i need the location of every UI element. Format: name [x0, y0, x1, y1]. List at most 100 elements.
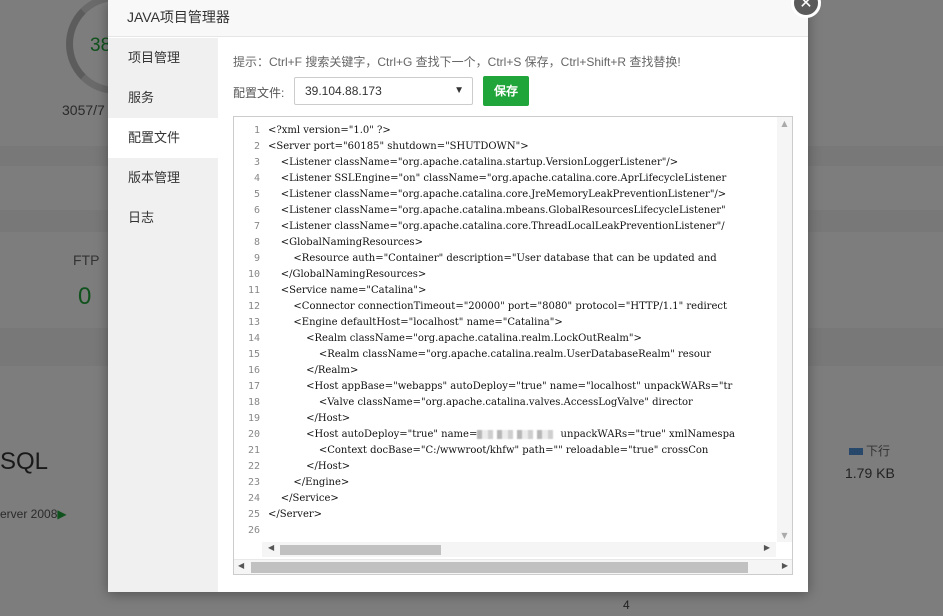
line-number: 18: [247, 397, 260, 408]
line-number: 13: [247, 317, 260, 328]
line-number: 15: [247, 349, 260, 360]
code-line-text: <Listener className="org.apache.catalina…: [268, 205, 726, 216]
config-file-label: 配置文件:: [233, 86, 285, 100]
code-line: <Server port="60185" shutdown="SHUTDOWN"…: [268, 139, 775, 155]
code-line-text: <Listener className="org.apache.catalina…: [268, 221, 725, 232]
line-number: 21: [247, 445, 260, 456]
outer-horizontal-scrollbar[interactable]: ◀ ▶: [234, 559, 792, 574]
scroll-up-icon[interactable]: ▲: [777, 119, 792, 128]
dialog-title: JAVA项目管理器: [108, 0, 808, 37]
code-line: </Host>: [268, 411, 775, 427]
code-line-text: </Server>: [268, 509, 323, 520]
dialog-sidebar: 项目管理 服务 配置文件 版本管理 日志: [108, 38, 218, 592]
shortcut-tip: 提示：Ctrl+F 搜索关键字，Ctrl+G 查找下一个，Ctrl+S 保存，C…: [233, 55, 681, 69]
scroll-down-icon[interactable]: ▼: [777, 531, 792, 540]
code-area[interactable]: <?xml version="1.0" ?> <Server port="6018…: [268, 123, 775, 539]
code-line-text: <GlobalNamingResources>: [268, 237, 423, 248]
line-number: 9: [253, 253, 260, 264]
code-line: <Listener className="org.apache.catalina…: [268, 203, 775, 219]
scroll-left-icon[interactable]: ◀: [268, 543, 274, 552]
line-number-gutter: 1 2 3 4 5 6 7 8 9 10 11 12 13 14 15 16 17 18 19 20 21 22 23 24 2…: [234, 123, 262, 539]
line-number: 22: [247, 461, 260, 472]
config-file-selected: 39.104.88.173: [305, 84, 382, 98]
vertical-scrollbar[interactable]: ▲ ▼: [777, 117, 792, 542]
line-number: 7: [253, 221, 260, 232]
code-line-text: <Valve className="org.apache.catalina.va…: [268, 397, 693, 408]
line-number: 23: [247, 477, 260, 488]
code-line-text: <Service name="Catalina">: [268, 285, 427, 296]
code-line: <Realm className="org.apache.catalina.re…: [268, 331, 775, 347]
code-line: </Service>: [268, 491, 775, 507]
line-number: 20: [247, 429, 260, 440]
code-line: <Listener className="org.apache.catalina…: [268, 155, 775, 171]
sidebar-item-service[interactable]: 服务: [108, 78, 218, 118]
line-number: 8: [253, 237, 260, 248]
code-line: <?xml version="1.0" ?>: [268, 123, 775, 139]
line-number: 25: [247, 509, 260, 520]
code-line-text: </Host>: [268, 413, 351, 424]
code-line-tail: unpackWARs="true" xmlNamespa: [557, 429, 735, 440]
sidebar-item-config-file[interactable]: 配置文件: [108, 118, 218, 158]
line-number: 6: [253, 205, 260, 216]
sidebar-item-project-management[interactable]: 项目管理: [108, 38, 218, 78]
code-line: <Host appBase="webapps" autoDeploy="true…: [268, 379, 775, 395]
config-file-select[interactable]: 39.104.88.173 ▼: [294, 77, 473, 105]
code-line-text: <Resource auth="Container" description="…: [268, 253, 717, 264]
code-line: <GlobalNamingResources>: [268, 235, 775, 251]
scroll-right-icon[interactable]: ▶: [764, 543, 770, 552]
code-line-text: </Host>: [268, 461, 351, 472]
code-line: </Engine>: [268, 475, 775, 491]
redacted-hostname: [477, 430, 558, 439]
code-line-text: </Service>: [268, 493, 339, 504]
scrollbar-thumb[interactable]: [280, 545, 441, 555]
scroll-left-icon[interactable]: ◀: [238, 561, 244, 570]
code-line-text: <Engine defaultHost="localhost" name="Ca…: [268, 317, 563, 328]
line-number: 4: [253, 173, 260, 184]
scrollbar-thumb[interactable]: [251, 562, 748, 573]
code-line-text: <?xml version="1.0" ?>: [268, 125, 391, 136]
line-number: 19: [247, 413, 260, 424]
code-editor[interactable]: 1 2 3 4 5 6 7 8 9 10 11 12 13 14 15 16 17 18 19 20 21 22 23 24 2…: [233, 116, 793, 575]
code-line-text: <Host autoDeploy="true" name=: [268, 429, 478, 440]
line-number: 26: [247, 525, 260, 536]
editor-horizontal-scrollbar[interactable]: ◀ ▶: [262, 542, 776, 557]
caret-down-icon: ▼: [454, 85, 464, 96]
sidebar-item-version-management[interactable]: 版本管理: [108, 158, 218, 198]
code-line: <Context docBase="C:/wwwroot/khfw" path=…: [268, 443, 775, 459]
line-number: 16: [247, 365, 260, 376]
code-line-text: </GlobalNamingResources>: [268, 269, 427, 280]
code-line: <Connector connectionTimeout="20000" por…: [268, 299, 775, 315]
code-line-text: </Realm>: [268, 365, 359, 376]
line-number: 3: [253, 157, 260, 168]
scroll-right-icon[interactable]: ▶: [782, 561, 788, 570]
code-line-text: <Listener className="org.apache.catalina…: [268, 157, 679, 168]
code-line-text: </Engine>: [268, 477, 350, 488]
code-line-text: <Listener className="org.apache.catalina…: [268, 189, 727, 200]
code-line: </Server>: [268, 507, 775, 523]
code-line: <Service name="Catalina">: [268, 283, 775, 299]
java-project-manager-dialog: JAVA项目管理器 项目管理 服务 配置文件 版本管理 日志 提示：Ctrl+F…: [108, 0, 808, 592]
code-line: <Listener className="org.apache.catalina…: [268, 219, 775, 235]
line-number: 11: [247, 285, 260, 296]
code-line: <Valve className="org.apache.catalina.va…: [268, 395, 775, 411]
code-line-text: <Realm className="org.apache.catalina.re…: [268, 349, 712, 360]
save-button[interactable]: 保存: [483, 76, 529, 106]
code-line-text: <Connector connectionTimeout="20000" por…: [268, 301, 727, 312]
code-line: <Engine defaultHost="localhost" name="Ca…: [268, 315, 775, 331]
code-line-text: <Server port="60185" shutdown="SHUTDOWN"…: [268, 141, 529, 152]
line-number: 10: [247, 269, 260, 280]
line-number: 5: [253, 189, 260, 200]
code-line: </GlobalNamingResources>: [268, 267, 775, 283]
line-number: 14: [247, 333, 260, 344]
code-line: <Host autoDeploy="true" name= unpackWARs…: [268, 427, 775, 443]
code-line-text: <Context docBase="C:/wwwroot/khfw" path=…: [268, 445, 709, 456]
code-line-text: <Host appBase="webapps" autoDeploy="true…: [268, 381, 733, 392]
code-line: <Listener SSLEngine="on" className="org.…: [268, 171, 775, 187]
line-number: 1: [253, 125, 260, 136]
line-number: 12: [247, 301, 260, 312]
line-number: 2: [253, 141, 260, 152]
sidebar-item-log[interactable]: 日志: [108, 198, 218, 238]
code-line-text: <Listener SSLEngine="on" className="org.…: [268, 173, 727, 184]
code-line: <Listener className="org.apache.catalina…: [268, 187, 775, 203]
